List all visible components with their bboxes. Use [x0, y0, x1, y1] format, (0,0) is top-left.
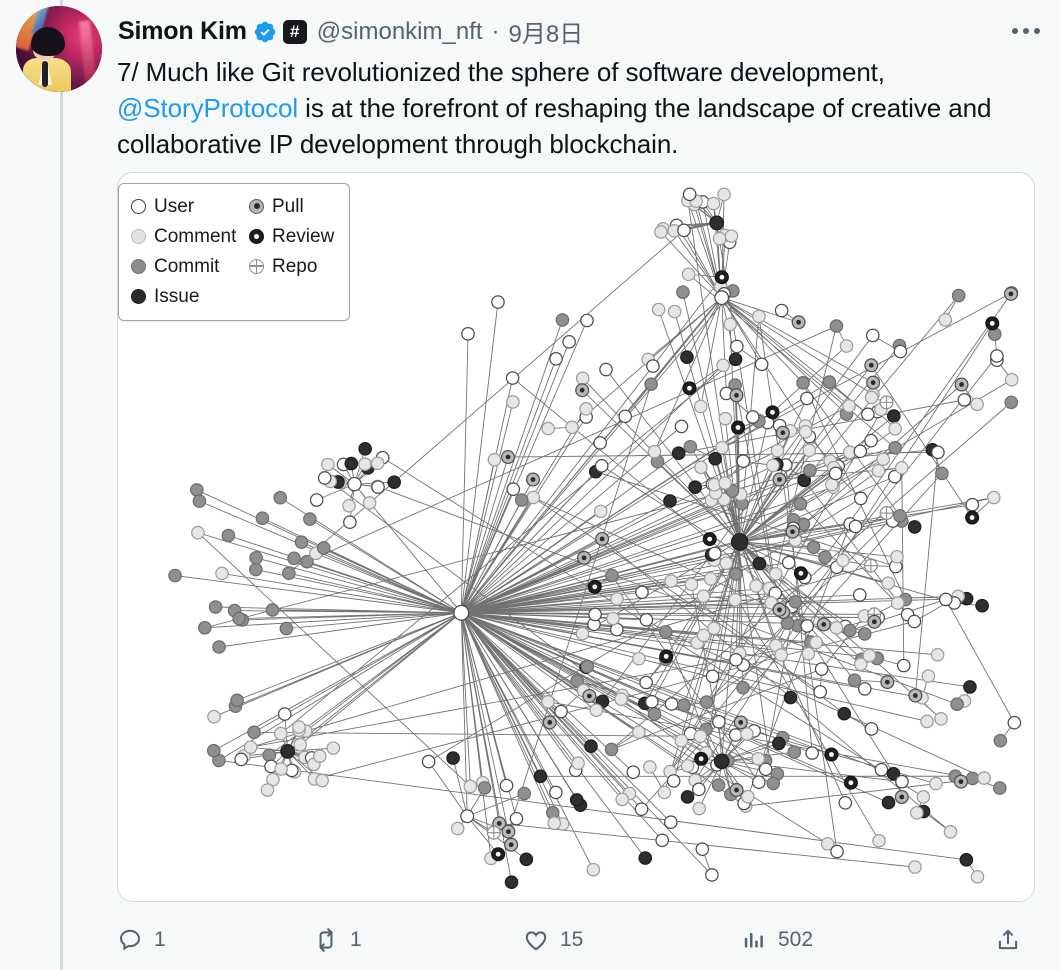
retweet-count: 1 — [350, 928, 362, 951]
author-handle[interactable]: @simonkim_nft — [317, 18, 483, 46]
legend-label-commit: Commit — [154, 255, 220, 277]
like-button[interactable]: 15 — [523, 927, 741, 953]
separator-dot: · — [491, 17, 500, 45]
legend-swatch-issue-icon — [131, 288, 146, 304]
tweet-action-bar: 1 1 15 502 — [117, 918, 1032, 962]
avatar-image — [16, 6, 102, 92]
legend-item-user: User — [131, 197, 249, 216]
legend-label-repo: Repo — [272, 255, 318, 277]
legend-label-user: User — [154, 195, 195, 217]
reply-button[interactable]: 1 — [117, 927, 313, 953]
tweet-timestamp[interactable]: 9月8日 — [509, 14, 584, 49]
author-row: Simon Kim # @simonkim_nft · 9月8日 — [118, 14, 583, 49]
share-button[interactable] — [995, 927, 1032, 953]
reply-icon — [117, 927, 143, 953]
legend-swatch-user-icon — [131, 198, 146, 214]
legend-item-commit: Commit — [131, 257, 249, 276]
views-button[interactable]: 502 — [741, 927, 951, 953]
legend-item-review: Review — [249, 227, 361, 246]
affiliate-hash-badge-icon[interactable]: # — [282, 19, 307, 44]
legend-item-pull: Pull — [249, 197, 361, 216]
legend-swatch-review-icon — [249, 228, 264, 244]
legend-item-issue: Issue — [131, 287, 249, 306]
views-count: 502 — [778, 928, 814, 951]
heart-icon — [523, 927, 549, 953]
tweet-text-part-1: 7/ Much like Git revolutionized the sphe… — [117, 57, 885, 87]
media-card-network-graph[interactable]: User Pull Comment Review Commit Repo Iss… — [117, 172, 1035, 902]
like-count: 15 — [560, 928, 584, 951]
legend-label-comment: Comment — [154, 225, 237, 247]
legend-swatch-comment-icon — [131, 228, 146, 244]
tweet-container: Simon Kim # @simonkim_nft · 9月8日 7/ Much… — [0, 0, 1060, 970]
verified-badge-icon[interactable] — [253, 20, 277, 44]
tweet-body-text: 7/ Much like Git revolutionized the sphe… — [117, 55, 1032, 163]
legend-swatch-commit-icon — [131, 258, 146, 274]
avatar[interactable] — [16, 6, 102, 92]
legend-label-issue: Issue — [154, 285, 200, 307]
legend-swatch-repo-icon — [249, 258, 264, 274]
legend-label-pull: Pull — [272, 195, 304, 217]
retweet-icon — [313, 927, 339, 953]
legend-label-review: Review — [272, 225, 335, 247]
more-options-button[interactable] — [1006, 16, 1046, 46]
legend-swatch-pull-icon — [249, 198, 264, 214]
mention-link-storyprotocol[interactable]: @StoryProtocol — [117, 93, 298, 123]
analytics-icon — [741, 927, 767, 953]
thread-connector-line — [60, 0, 63, 970]
legend-item-comment: Comment — [131, 227, 249, 246]
more-horizontal-icon — [1012, 28, 1018, 34]
more-horizontal-icon — [1023, 28, 1029, 34]
author-display-name[interactable]: Simon Kim — [118, 17, 247, 46]
share-icon — [995, 927, 1021, 953]
graph-legend: User Pull Comment Review Commit Repo Iss… — [118, 183, 350, 321]
more-horizontal-icon — [1034, 28, 1040, 34]
reply-count: 1 — [154, 928, 166, 951]
legend-item-repo: Repo — [249, 257, 361, 276]
retweet-button[interactable]: 1 — [313, 927, 523, 953]
